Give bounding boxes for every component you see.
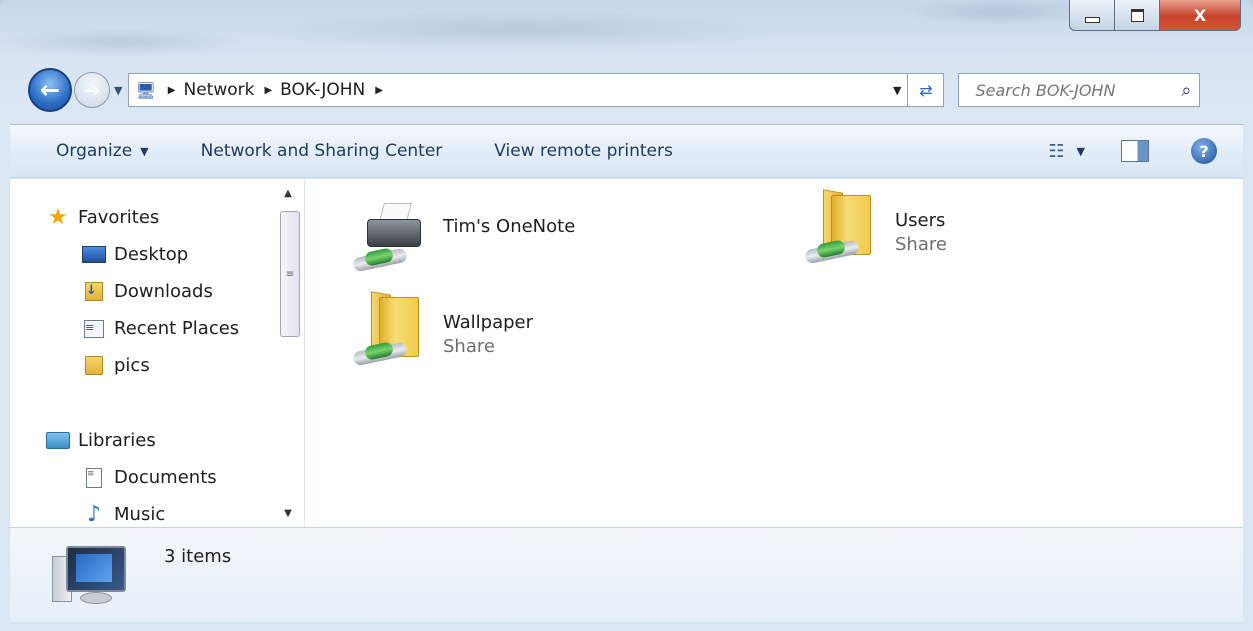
- breadcrumb-bok-john[interactable]: BOK-JOHN: [280, 80, 365, 100]
- file-list: Tim's OneNote Users Share Wallpaper Shar…: [305, 179, 1243, 527]
- minimize-button[interactable]: [1069, 0, 1115, 31]
- minimize-icon: [1084, 17, 1100, 23]
- change-view-icon[interactable]: ☷: [1048, 141, 1064, 162]
- item-text: Users Share: [895, 189, 947, 257]
- sidebar-item-recent-places[interactable]: ≡ Recent Places: [46, 310, 276, 347]
- item-type: Share: [443, 336, 495, 357]
- main-area: ★ Favorites Desktop ↓ Downloads ≡ Recent…: [10, 179, 1243, 527]
- forward-arrow-icon: →: [83, 78, 101, 102]
- shared-folder-icon: [349, 291, 425, 367]
- scrollbar-thumb[interactable]: ≡: [280, 211, 300, 337]
- navigation-bar: ← → ▼ 🖥 ▶ Network ▶ BOK-JOHN ▶ ▼ ⇄ ⌕: [28, 66, 1243, 114]
- star-icon: ★: [48, 205, 68, 230]
- command-bar-right: ☷ ▼ ?: [1048, 138, 1243, 164]
- search-box[interactable]: ⌕: [958, 73, 1201, 107]
- search-icon[interactable]: ⌕: [1181, 80, 1191, 101]
- documents-icon: ≡: [86, 467, 102, 488]
- network-sharing-center-label: Network and Sharing Center: [200, 141, 443, 161]
- sidebar-item-label: Recent Places: [114, 318, 240, 339]
- item-type: Share: [895, 234, 947, 255]
- sidebar-item-documents[interactable]: ≡ Documents: [46, 459, 276, 496]
- computer-icon: [48, 546, 132, 616]
- command-bar: Organize ▼ Network and Sharing Center Vi…: [10, 124, 1243, 178]
- maximize-icon: [1130, 8, 1144, 22]
- view-options-dropdown[interactable]: ▼: [1077, 145, 1085, 158]
- sidebar-item-label: Music: [114, 504, 166, 525]
- network-sharing-center-button[interactable]: Network and Sharing Center: [201, 141, 443, 161]
- recent-pages-dropdown[interactable]: ▼: [114, 84, 122, 97]
- view-remote-printers-label: View remote printers: [494, 141, 673, 161]
- scroll-down-icon[interactable]: ▼: [274, 501, 302, 525]
- navigation-pane: ★ Favorites Desktop ↓ Downloads ≡ Recent…: [10, 179, 305, 527]
- sidebar-item-favorites[interactable]: ★ Favorites: [46, 199, 276, 236]
- recent-places-icon: ≡: [84, 319, 104, 338]
- maximize-button[interactable]: [1115, 0, 1160, 31]
- shared-folder-icon: [801, 189, 877, 265]
- details-pane: 3 items: [10, 527, 1243, 622]
- folder-icon: [85, 356, 103, 375]
- breadcrumb-network[interactable]: Network: [183, 80, 254, 100]
- close-button[interactable]: X: [1160, 0, 1241, 31]
- item-name: Users: [895, 210, 946, 231]
- sidebar-item-downloads[interactable]: ↓ Downloads: [46, 273, 276, 310]
- organize-button[interactable]: Organize ▼: [56, 141, 149, 161]
- sidebar-item-pics[interactable]: pics: [46, 347, 276, 384]
- forward-button[interactable]: →: [74, 72, 110, 108]
- chevron-down-icon: ▼: [140, 144, 149, 158]
- explorer-window: X ← → ▼ 🖥 ▶ Network ▶ BOK-JOHN ▶ ▼ ⇄ ⌕ O…: [0, 0, 1253, 631]
- sidebar-item-label: Libraries: [78, 430, 156, 451]
- item-count: 3 items: [164, 546, 232, 567]
- downloads-icon: ↓: [85, 282, 103, 301]
- list-item[interactable]: Wallpaper Share: [349, 291, 533, 367]
- back-button[interactable]: ←: [28, 68, 72, 112]
- item-name: Tim's OneNote: [443, 216, 576, 237]
- sidebar-item-label: Desktop: [114, 244, 189, 265]
- organize-label: Organize: [56, 141, 133, 161]
- sidebar-item-label: Downloads: [114, 281, 213, 302]
- item-text: Wallpaper Share: [443, 291, 533, 359]
- network-location-icon: 🖥: [135, 80, 156, 100]
- breadcrumb-separator-icon[interactable]: ▶: [375, 85, 383, 96]
- sidebar-item-libraries[interactable]: Libraries: [46, 422, 276, 459]
- breadcrumb-separator-icon[interactable]: ▶: [264, 85, 272, 96]
- address-bar[interactable]: 🖥 ▶ Network ▶ BOK-JOHN ▶ ▼: [128, 73, 909, 107]
- search-input[interactable]: [973, 79, 1168, 101]
- sidebar-item-music[interactable]: ♪ Music: [46, 496, 276, 527]
- caption-buttons: X: [1069, 0, 1241, 31]
- refresh-icon: ⇄: [919, 80, 933, 100]
- sidebar-item-label: pics: [114, 355, 150, 376]
- navigation-tree: ★ Favorites Desktop ↓ Downloads ≡ Recent…: [46, 199, 276, 527]
- desktop-icon: [82, 246, 106, 263]
- sidebar-item-label: Documents: [114, 467, 217, 488]
- back-arrow-icon: ←: [39, 76, 61, 104]
- navigation-scrollbar[interactable]: ▲ ≡ ▼: [274, 179, 302, 527]
- libraries-icon: [46, 432, 70, 449]
- sidebar-item-desktop[interactable]: Desktop: [46, 236, 276, 273]
- scroll-up-icon[interactable]: ▲: [274, 181, 302, 205]
- refresh-button[interactable]: ⇄: [908, 73, 945, 107]
- help-icon[interactable]: ?: [1191, 138, 1217, 164]
- view-remote-printers-button[interactable]: View remote printers: [494, 141, 673, 161]
- close-icon: X: [1193, 5, 1207, 25]
- breadcrumb-separator-icon[interactable]: ▶: [168, 85, 176, 96]
- address-history-dropdown[interactable]: ▼: [893, 84, 901, 97]
- preview-pane-icon[interactable]: [1121, 140, 1149, 162]
- sidebar-item-label: Favorites: [78, 207, 160, 228]
- list-item[interactable]: Tim's OneNote: [349, 197, 575, 273]
- network-printer-icon: [349, 197, 425, 273]
- list-item[interactable]: Users Share: [801, 189, 947, 265]
- item-name: Wallpaper: [443, 312, 534, 333]
- item-text: Tim's OneNote: [443, 197, 575, 239]
- music-icon: ♪: [86, 502, 102, 527]
